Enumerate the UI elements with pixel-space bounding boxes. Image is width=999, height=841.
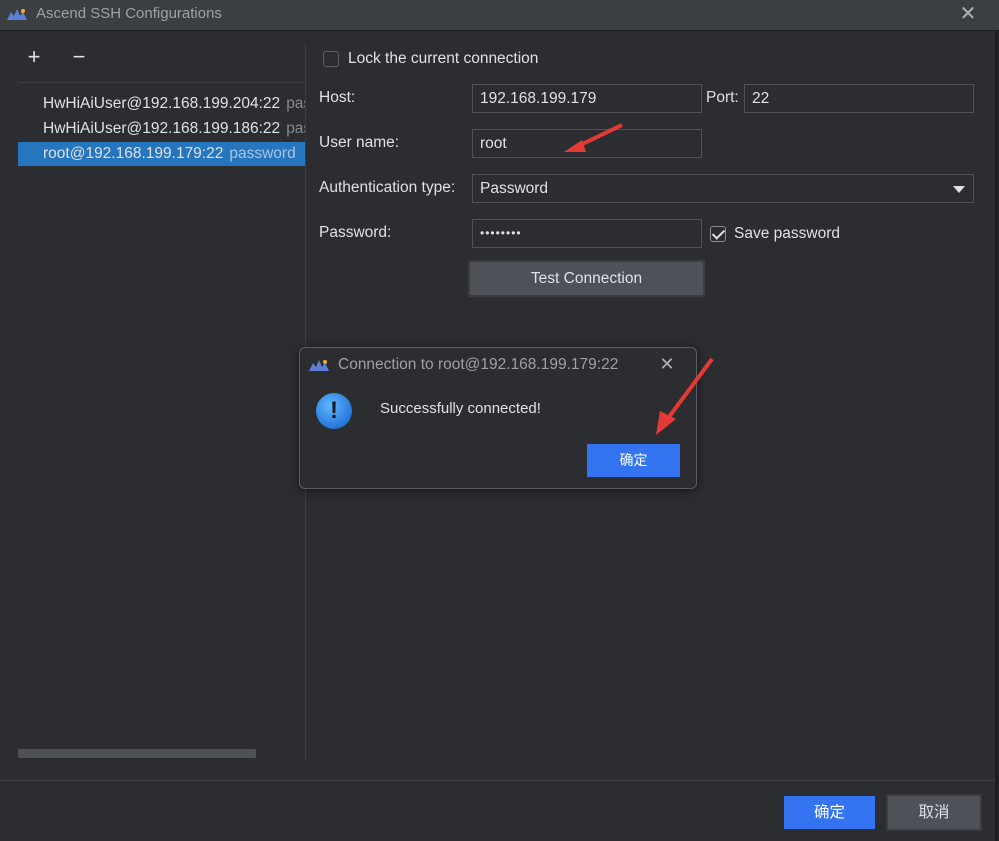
dialog-title: Connection to root@192.168.199.179:22 — [338, 356, 619, 373]
connection-host: root@192.168.199.179:22 — [43, 145, 224, 162]
lock-checkbox[interactable] — [323, 51, 339, 67]
title-bar: Ascend SSH Configurations ✕ — [0, 0, 999, 31]
window-edge — [995, 30, 999, 841]
footer-divider — [0, 780, 999, 781]
save-password-checkbox[interactable] — [710, 226, 726, 242]
connection-auth: password — [229, 145, 296, 162]
app-logo-icon — [7, 9, 27, 20]
port-input[interactable]: 22 — [744, 84, 974, 113]
close-icon[interactable]: ✕ — [656, 353, 678, 375]
close-icon[interactable]: ✕ — [958, 4, 978, 24]
auth-type-select[interactable]: Password — [472, 174, 974, 203]
ok-button[interactable]: 确定 — [782, 794, 877, 831]
host-input[interactable]: 192.168.199.179 — [472, 84, 702, 113]
save-password-label: Save password — [734, 225, 840, 242]
password-input[interactable]: •••••••• — [472, 219, 702, 248]
connection-host: HwHiAiUser@192.168.199.186:22 — [43, 120, 281, 137]
connection-auth: password — [286, 120, 305, 137]
test-connection-button[interactable]: Test Connection — [468, 260, 705, 297]
info-icon: ! — [316, 393, 352, 429]
app-logo-icon — [309, 360, 329, 371]
dialog-ok-button[interactable]: 确定 — [585, 442, 682, 479]
window-title: Ascend SSH Configurations — [36, 5, 222, 22]
cancel-button[interactable]: 取消 — [886, 794, 982, 831]
connection-result-dialog: Connection to root@192.168.199.179:22 ✕ … — [299, 347, 697, 489]
port-label: Port: — [706, 89, 739, 106]
auth-type-label: Authentication type: — [319, 179, 456, 196]
auth-type-value: Password — [480, 180, 549, 197]
connection-item[interactable]: HwHiAiUser@192.168.199.186:22 password — [18, 117, 305, 141]
add-button[interactable]: + — [22, 46, 46, 70]
connection-auth: password — [286, 95, 305, 112]
username-input[interactable]: root — [472, 129, 702, 158]
horizontal-scrollbar[interactable] — [18, 749, 256, 758]
divider — [18, 82, 305, 83]
remove-button[interactable]: − — [67, 46, 91, 70]
connection-item-selected[interactable]: root@192.168.199.179:22 password — [18, 142, 305, 166]
connection-item[interactable]: HwHiAiUser@192.168.199.204:22 password — [18, 92, 305, 116]
dialog-message: Successfully connected! — [380, 400, 541, 417]
connection-host: HwHiAiUser@192.168.199.204:22 — [43, 95, 281, 112]
password-label: Password: — [319, 224, 392, 241]
host-label: Host: — [319, 89, 356, 106]
username-label: User name: — [319, 134, 400, 151]
dropdown-arrow-icon — [953, 186, 965, 193]
lock-label: Lock the current connection — [348, 50, 539, 67]
